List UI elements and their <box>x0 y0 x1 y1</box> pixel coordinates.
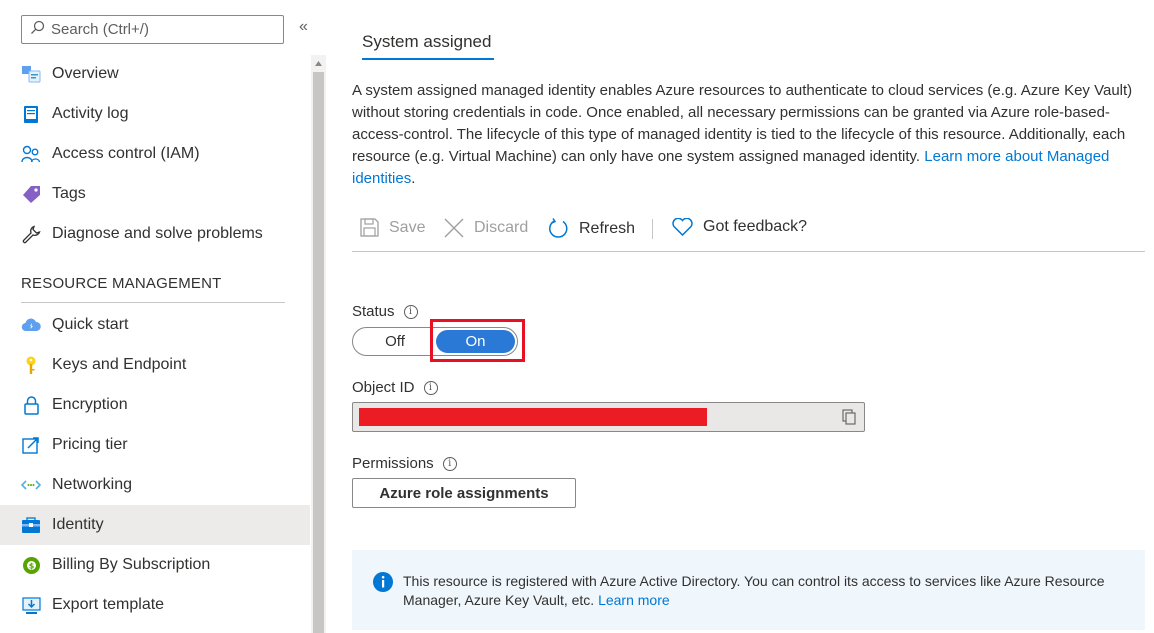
export-icon <box>21 595 41 615</box>
scroll-up-arrow-icon[interactable] <box>312 57 325 69</box>
sidebar-scrollbar-thumb[interactable] <box>313 72 324 633</box>
azure-role-assignments-button[interactable]: Azure role assignments <box>352 478 576 508</box>
section-header-resource-management: RESOURCE MANAGEMENT <box>21 275 222 292</box>
identity-icon <box>21 515 41 535</box>
sidebar-item-quick-start[interactable]: Quick start <box>0 305 310 345</box>
info-icon[interactable]: i <box>442 456 457 471</box>
network-icon <box>21 475 41 495</box>
svg-text:$: $ <box>28 561 34 570</box>
tab-active-indicator <box>362 58 494 60</box>
description-end: . <box>411 170 416 187</box>
search-box[interactable] <box>21 15 284 44</box>
sidebar-item-label: Networking <box>52 476 133 493</box>
iam-icon <box>21 144 41 164</box>
feedback-button[interactable]: Got feedback? <box>672 218 807 236</box>
description-text: A system assigned managed identity enabl… <box>352 80 1144 190</box>
sidebar-item-label: Export template <box>52 596 165 613</box>
permissions-label-text: Permissions <box>352 455 434 472</box>
sidebar-item-billing[interactable]: $ Billing By Subscription <box>0 545 310 585</box>
redaction-bar <box>359 408 707 426</box>
refresh-button[interactable]: Refresh <box>548 218 635 239</box>
command-bar: Save Discard Refresh Got feedback? <box>352 214 1145 252</box>
section-divider <box>21 302 285 303</box>
lock-icon <box>21 395 41 415</box>
sidebar-item-overview[interactable]: Overview <box>0 54 310 94</box>
toolbar-separator <box>652 219 653 239</box>
refresh-label: Refresh <box>579 219 636 237</box>
object-id-label-text: Object ID <box>352 379 415 396</box>
sidebar-item-tags[interactable]: Tags <box>0 174 310 214</box>
permissions-label: Permissions i <box>352 455 457 472</box>
status-toggle-off[interactable]: Off <box>353 328 437 355</box>
sidebar-item-label: Activity log <box>52 105 129 122</box>
overview-icon <box>21 64 41 84</box>
sidebar-item-label: Overview <box>52 65 119 82</box>
info-icon[interactable]: i <box>403 304 418 319</box>
save-button[interactable]: Save <box>360 218 425 237</box>
sidebar-item-activity-log[interactable]: Activity log <box>0 94 310 134</box>
sidebar-item-encryption[interactable]: Encryption <box>0 385 310 425</box>
discard-label: Discard <box>474 219 529 236</box>
tag-icon <box>21 184 41 204</box>
tab-system-assigned[interactable]: System assigned <box>362 32 491 52</box>
info-banner-body: This resource is registered with Azure A… <box>403 573 1105 608</box>
sidebar-item-label: Identity <box>52 516 104 533</box>
save-label: Save <box>389 218 426 236</box>
wrench-icon <box>21 224 41 244</box>
sidebar-item-label: Tags <box>52 185 86 202</box>
sidebar-item-label: Quick start <box>52 316 129 333</box>
refresh-icon <box>548 218 569 239</box>
discard-button[interactable]: Discard <box>444 218 528 238</box>
highlight-box <box>430 319 525 362</box>
sidebar-item-label: Billing By Subscription <box>52 556 211 573</box>
sidebar-item-keys-endpoint[interactable]: Keys and Endpoint <box>0 345 310 385</box>
feedback-label: Got feedback? <box>703 218 808 235</box>
object-id-label: Object ID i <box>352 379 438 396</box>
billing-icon: $ <box>21 555 41 575</box>
heart-icon <box>672 218 693 236</box>
copy-icon[interactable] <box>842 409 856 429</box>
learn-more-link[interactable]: Learn more <box>598 592 670 608</box>
sidebar-item-networking[interactable]: Networking <box>0 465 310 505</box>
status-label: Status i <box>352 303 418 320</box>
pricing-icon <box>21 435 41 455</box>
sidebar: « Overview Activity log Access control (… <box>0 0 326 633</box>
info-banner: This resource is registered with Azure A… <box>352 550 1145 630</box>
info-icon[interactable]: i <box>423 380 438 395</box>
sidebar-item-pricing-tier[interactable]: Pricing tier <box>0 425 310 465</box>
key-icon <box>21 355 41 375</box>
sidebar-item-export-template[interactable]: Export template <box>0 585 310 625</box>
sidebar-item-iam[interactable]: Access control (IAM) <box>0 134 310 174</box>
info-circle-icon <box>373 572 393 596</box>
activity-log-icon <box>21 104 41 124</box>
info-banner-text: This resource is registered with Azure A… <box>403 572 1123 610</box>
sidebar-item-label: Keys and Endpoint <box>52 356 187 373</box>
sidebar-item-label: Diagnose and solve problems <box>52 225 263 242</box>
sidebar-item-label: Encryption <box>52 396 128 413</box>
save-icon <box>360 218 379 237</box>
status-label-text: Status <box>352 303 395 320</box>
object-id-field[interactable] <box>352 402 865 432</box>
sidebar-item-identity[interactable]: Identity <box>0 505 310 545</box>
close-icon <box>444 218 464 238</box>
search-input[interactable] <box>51 21 271 38</box>
sidebar-item-label: Pricing tier <box>52 436 128 453</box>
collapse-sidebar-button[interactable]: « <box>299 18 308 36</box>
sidebar-item-label: Access control (IAM) <box>52 145 200 162</box>
sidebar-item-diagnose[interactable]: Diagnose and solve problems <box>0 214 310 254</box>
cloud-icon <box>21 315 41 335</box>
search-icon <box>30 20 45 39</box>
